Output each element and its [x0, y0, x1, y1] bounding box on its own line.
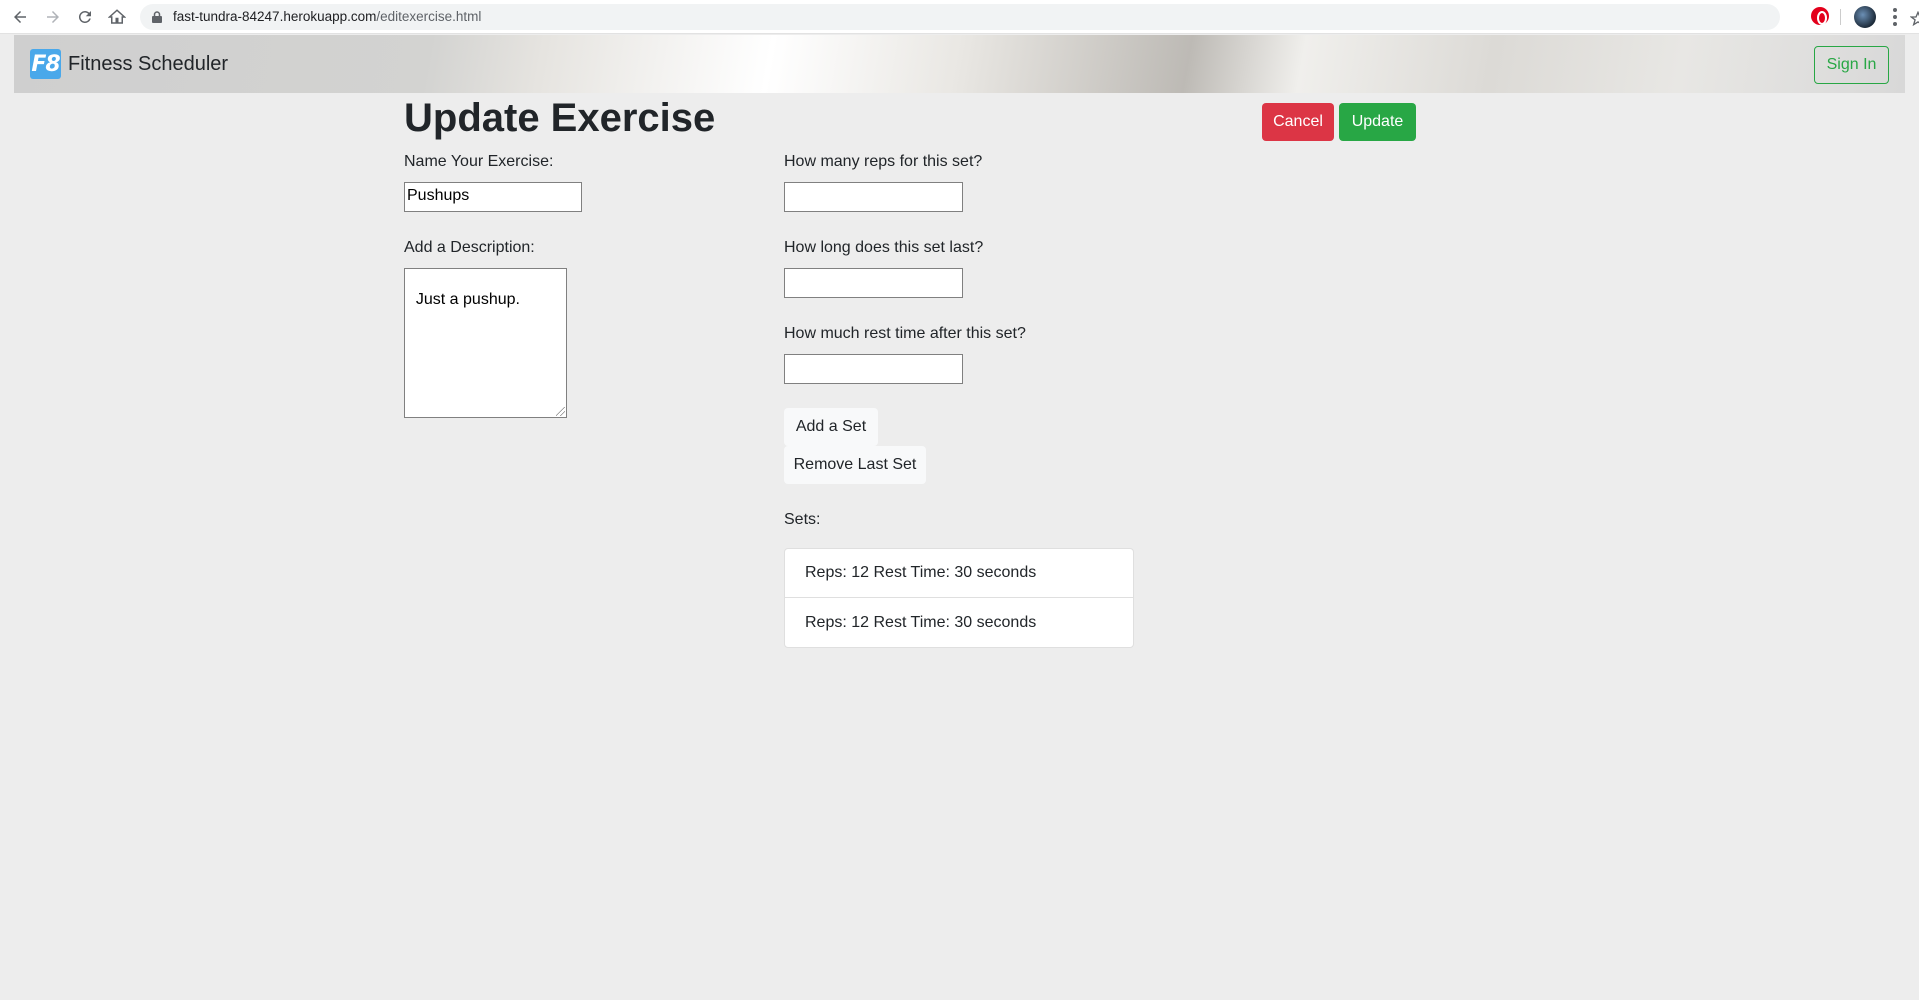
duration-input[interactable]: [784, 268, 963, 298]
exercise-name-label: Name Your Exercise:: [404, 153, 554, 170]
page-title: Update Exercise: [404, 96, 716, 140]
profile-avatar[interactable]: [1854, 6, 1876, 28]
description-text: Just a pushup.: [415, 291, 520, 308]
lock-icon: [152, 11, 162, 23]
browser-toolbar: fast-tundra-84247.herokuapp.com/editexer…: [0, 0, 1919, 34]
url-path: /editexercise.html: [376, 9, 482, 24]
toolbar-divider: [1840, 9, 1841, 25]
rest-input[interactable]: [784, 354, 963, 384]
set-list-item: Reps: 12 Rest Time: 30 seconds: [805, 613, 1037, 631]
menu-kebab-icon[interactable]: [1893, 8, 1897, 26]
cancel-button[interactable]: Cancel: [1262, 103, 1334, 141]
url-text: fast-tundra-84247.herokuapp.com/editexer…: [173, 9, 481, 24]
remove-last-set-button[interactable]: Remove Last Set: [784, 446, 926, 484]
add-set-button[interactable]: Add a Set: [784, 408, 878, 446]
exercise-name-input[interactable]: Pushups: [404, 182, 582, 212]
reload-icon[interactable]: [74, 6, 96, 28]
back-icon[interactable]: [9, 6, 31, 28]
rest-label: How much rest time after this set?: [784, 325, 1026, 342]
app-navbar: F8 Fitness Scheduler Sign In: [14, 35, 1905, 93]
bookmark-star-icon[interactable]: [1910, 11, 1919, 27]
update-button[interactable]: Update: [1339, 103, 1416, 141]
opera-extension-icon[interactable]: [1811, 7, 1829, 25]
set-list-item: Reps: 12 Rest Time: 30 seconds: [785, 549, 1133, 598]
brand-name[interactable]: Fitness Scheduler: [68, 53, 228, 76]
app-logo[interactable]: F8: [30, 49, 61, 79]
sign-in-button[interactable]: Sign In: [1814, 46, 1889, 84]
reps-input[interactable]: [784, 182, 963, 212]
description-textarea[interactable]: Just a pushup.: [404, 268, 567, 418]
home-icon[interactable]: [106, 6, 128, 28]
resize-grip-icon[interactable]: [556, 407, 565, 416]
sets-list: Reps: 12 Rest Time: 30 seconds Reps: 12 …: [784, 548, 1134, 648]
sets-label: Sets:: [784, 511, 821, 528]
url-host: fast-tundra-84247.herokuapp.com: [173, 9, 377, 24]
page-bottom-edge: [0, 1000, 1919, 1005]
address-bar[interactable]: fast-tundra-84247.herokuapp.com/editexer…: [140, 4, 1919, 30]
duration-label: How long does this set last?: [784, 239, 984, 256]
description-label: Add a Description:: [404, 239, 535, 256]
reps-label: How many reps for this set?: [784, 153, 983, 170]
forward-icon[interactable]: [42, 6, 64, 28]
